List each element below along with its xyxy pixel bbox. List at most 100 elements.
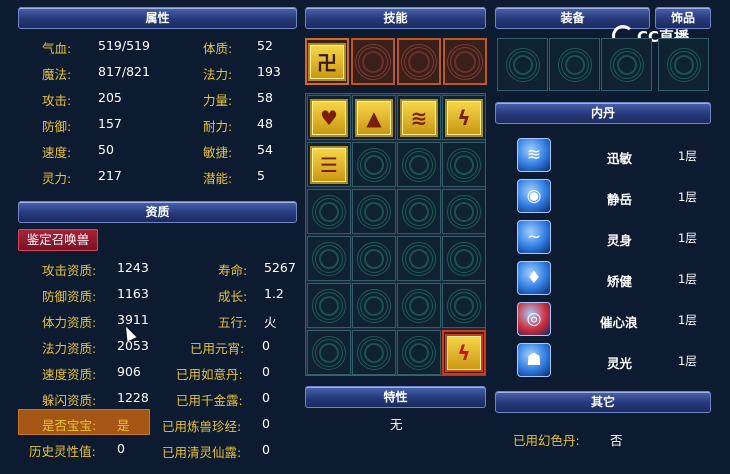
- skill-slot-empty[interactable]: [443, 38, 487, 85]
- inner-dan-icon[interactable]: ♦: [517, 261, 551, 295]
- dan-glyph: ☗: [526, 350, 542, 370]
- skill-slot-empty[interactable]: [397, 330, 441, 375]
- attr-value: 5: [257, 168, 265, 183]
- inner-dan-icon[interactable]: ☗: [517, 343, 551, 377]
- pet-info-window: 属性 技能 装备 饰品 资质 内丹 特性 其它 CC直播 气血: 519/519…: [0, 0, 730, 474]
- inner-dan-name: 催心浪: [600, 315, 638, 330]
- attributes-header: 属性: [18, 7, 297, 29]
- empty-slot-icon: [357, 241, 391, 276]
- inner-dan-icon[interactable]: ≋: [517, 138, 551, 172]
- empty-slot-icon: [357, 147, 391, 182]
- aptitude-label: 体力资质:: [42, 315, 97, 330]
- aptitude-label: 已用炼兽珍经:: [162, 419, 242, 434]
- attr-label: 敏捷:: [203, 145, 233, 160]
- skill-slot-empty[interactable]: [352, 330, 396, 375]
- skill-slot-empty[interactable]: [397, 38, 441, 85]
- attr-label: 速度:: [42, 145, 72, 160]
- skill-slot-empty[interactable]: [397, 283, 441, 328]
- aptitude-value: 0: [262, 442, 270, 457]
- empty-slot-icon: [447, 288, 481, 323]
- inner-dan-name: 迅敏: [607, 151, 633, 166]
- skill-slot-empty[interactable]: [442, 189, 486, 234]
- skill-slot[interactable]: ≋: [397, 95, 441, 140]
- heart-skill-icon: ♥: [310, 98, 348, 137]
- dan-glyph: ◎: [526, 309, 542, 329]
- inner-dan-icon[interactable]: ~: [517, 220, 551, 254]
- scroll-skill-icon: ☰: [310, 145, 348, 184]
- empty-slot-icon: [357, 335, 391, 370]
- wave-skill-icon: ≋: [400, 98, 438, 137]
- skill-slot-empty[interactable]: [352, 283, 396, 328]
- attr-label: 攻击:: [42, 93, 72, 108]
- inner-dan-level: 1层: [678, 313, 697, 327]
- skill-slot-empty[interactable]: [307, 330, 351, 375]
- equipment-slot[interactable]: [549, 38, 600, 91]
- empty-slot-icon: [357, 288, 391, 323]
- attr-label: 耐力:: [203, 119, 233, 134]
- skill-slot-empty[interactable]: [307, 189, 351, 234]
- aptitude-value: 906: [117, 364, 141, 379]
- aptitude-value: 0: [262, 390, 270, 405]
- skill-slot-empty[interactable]: [397, 142, 441, 187]
- aptitude-label: 五行:: [218, 315, 248, 330]
- skill-slot-empty[interactable]: [397, 189, 441, 234]
- inner-dan-icon[interactable]: ◉: [517, 179, 551, 213]
- empty-slot-icon: [355, 43, 391, 80]
- aptitude-value: 火: [264, 315, 277, 330]
- dan-glyph: ~: [526, 227, 542, 247]
- aptitude-value: 1243: [117, 260, 149, 275]
- skill-slot[interactable]: ♥: [307, 95, 351, 140]
- inner-dan-header: 内丹: [495, 102, 711, 124]
- skills-header: 技能: [305, 7, 486, 29]
- inner-dan-name: 灵光: [607, 356, 633, 371]
- skill-slot[interactable]: ϟ: [442, 330, 486, 375]
- aptitude-label: 已用元宵:: [190, 341, 245, 356]
- aptitude-label: 速度资质:: [42, 367, 97, 382]
- skill-slot-empty[interactable]: [442, 142, 486, 187]
- empty-slot-icon: [666, 47, 701, 82]
- accessory-slot[interactable]: [658, 38, 709, 91]
- attr-label: 气血:: [42, 41, 72, 56]
- skill-slot-empty[interactable]: [397, 236, 441, 281]
- skill-slot-empty[interactable]: [351, 38, 395, 85]
- empty-slot-icon: [447, 194, 481, 229]
- aptitude-label: 攻击资质:: [42, 263, 97, 278]
- empty-slot-icon: [609, 47, 644, 82]
- aptitude-label: 成长:: [218, 289, 248, 304]
- skill-slot[interactable]: ▲: [352, 95, 396, 140]
- empty-slot-icon: [402, 335, 436, 370]
- empty-slot-icon: [557, 47, 592, 82]
- empty-slot-icon: [505, 47, 540, 82]
- empty-slot-icon: [312, 194, 346, 229]
- skill-slot[interactable]: ϟ: [442, 95, 486, 140]
- skill-slot-empty[interactable]: [352, 189, 396, 234]
- aptitude-value: 5267: [264, 260, 296, 275]
- inner-dan-icon[interactable]: ◎: [517, 302, 551, 336]
- equipment-slot[interactable]: [601, 38, 652, 91]
- appraise-pet-button[interactable]: 鉴定召唤兽: [18, 229, 98, 251]
- inner-dan-name: 灵身: [607, 233, 633, 248]
- attr-label: 魔法:: [42, 67, 72, 82]
- inner-dan-name: 静岳: [607, 192, 633, 207]
- is-baby-label: 是否宝宝:: [42, 418, 97, 433]
- attr-label: 潜能:: [203, 171, 233, 186]
- aptitude-value: 3911: [117, 312, 149, 327]
- skill-slot[interactable]: ☰: [307, 142, 351, 187]
- arrow-skill-icon: ▲: [355, 98, 393, 137]
- attr-value: 193: [257, 64, 281, 79]
- equipment-slot[interactable]: [497, 38, 548, 91]
- skill-slot-empty[interactable]: [307, 283, 351, 328]
- skill-slot-empty[interactable]: [442, 236, 486, 281]
- skill-slot-empty[interactable]: [307, 236, 351, 281]
- aptitude-label: 已用清灵仙露:: [162, 445, 242, 460]
- skill-slot-empty[interactable]: [352, 236, 396, 281]
- skill-slot-empty[interactable]: [352, 142, 396, 187]
- aptitude-label: 已用如意丹:: [176, 367, 243, 382]
- attr-value: 205: [98, 90, 122, 105]
- attr-value: 48: [257, 116, 273, 131]
- other-header: 其它: [495, 391, 711, 413]
- aptitude-label: 已用千金露:: [176, 393, 243, 408]
- skill-slot-empty[interactable]: [442, 283, 486, 328]
- is-baby-value: 是: [117, 418, 130, 433]
- skill-slot-special[interactable]: 卍: [305, 38, 349, 85]
